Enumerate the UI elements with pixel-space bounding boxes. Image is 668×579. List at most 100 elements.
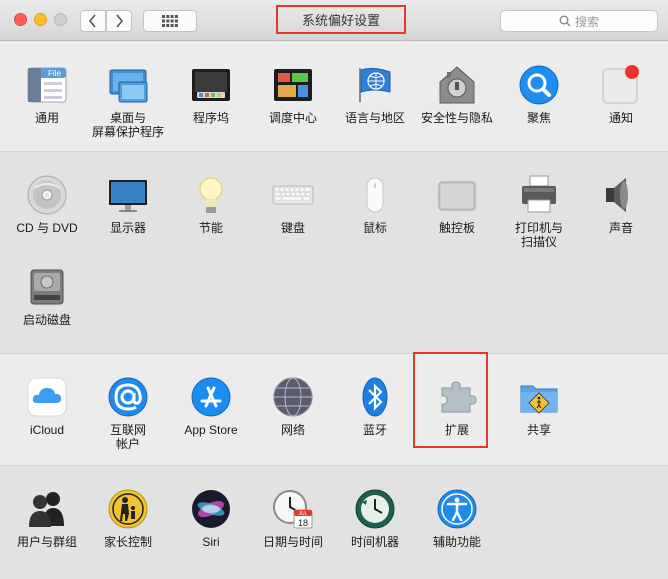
pane-label: 桌面与 屏幕保护程序 [91,111,164,139]
pane-label: 家长控制 [103,535,152,549]
pane-label: 键盘 [280,221,305,235]
back-button[interactable] [80,10,106,32]
section-personal: File 通用 桌面与 屏幕保护程序 程序坞 调度中心 语言与地区 安全性与隐私… [0,42,668,152]
pane-startup-disk[interactable]: 启动磁盘 [6,266,88,327]
pane-label: 鼠标 [362,221,387,235]
section-internet-wireless: iCloud 互联网 帐户 App Store 网络 蓝牙 扩展 共享 [0,354,668,466]
svg-text:File: File [48,69,61,78]
language-region-icon [359,67,391,102]
pane-sharing[interactable]: 共享 [498,376,580,437]
pane-label: App Store [184,423,238,437]
pane-security-privacy[interactable]: 安全性与隐私 [416,64,498,125]
pane-sound[interactable]: 声音 [580,174,662,235]
pane-displays[interactable]: 显示器 [87,174,169,235]
pane-label: 蓝牙 [362,423,387,437]
search-placeholder: 搜索 [574,14,599,29]
close-button[interactable] [14,13,27,26]
energy-saver-icon [199,177,223,213]
pane-bluetooth[interactable]: 蓝牙 [334,376,416,437]
pane-label: 时间机器 [350,535,399,549]
forward-button[interactable] [106,10,132,32]
users-groups-icon [29,492,64,527]
pane-label: 互联网 帐户 [109,423,146,451]
printers-scanners-icon [522,175,556,213]
trackpad-icon [438,181,476,211]
pane-notifications[interactable]: 通知 [580,64,662,125]
pane-label: 程序坞 [192,111,229,125]
pane-energy-saver[interactable]: 节能 [170,174,252,235]
pane-label: 显示器 [109,221,146,235]
security-privacy-icon [439,66,475,104]
pane-label: 打印机与 扫描仪 [514,221,563,249]
pane-keyboard[interactable]: 键盘 [252,174,334,235]
pane-label: Siri [202,535,220,549]
pane-time-machine[interactable]: 时间机器 [334,488,416,549]
show-all-button[interactable] [143,10,197,32]
pane-accessibility[interactable]: 辅助功能 [416,488,498,549]
accessibility-icon [437,489,477,529]
keyboard-icon [272,185,314,205]
desktop-screensaver-icon [109,69,148,103]
pane-network[interactable]: 网络 [252,376,334,437]
pane-siri[interactable]: Siri [170,488,252,549]
pane-date-time[interactable]: JUL 18 日期与时间 [252,488,334,549]
pane-internet-accounts[interactable]: 互联网 帐户 [87,376,169,451]
pane-general[interactable]: File 通用 [6,64,88,125]
pane-icloud[interactable]: iCloud [6,376,88,437]
pane-printers-scanners[interactable]: 打印机与 扫描仪 [498,174,580,249]
pane-label: CD 与 DVD [16,221,78,235]
pane-label: 语言与地区 [344,111,405,125]
parental-controls-icon [108,489,148,529]
notifications-icon [602,65,639,104]
pane-label: 共享 [526,423,551,437]
general-icon: File [27,67,67,103]
chevron-right-icon [116,14,124,28]
minimize-button[interactable] [34,13,47,26]
pane-label: 日期与时间 [262,535,323,549]
internet-accounts-icon [108,377,148,417]
pane-label: 启动磁盘 [22,313,71,327]
pane-spotlight[interactable]: 聚焦 [498,64,580,125]
spotlight-icon [519,65,559,105]
siri-icon [192,490,230,528]
network-icon [273,377,313,417]
pane-label: 辅助功能 [432,535,481,549]
pane-label: 聚焦 [526,111,551,125]
pane-label: 声音 [608,221,633,235]
pane-label: 触控板 [438,221,475,235]
pane-label: 用户与群组 [16,535,77,549]
pane-dock[interactable]: 程序坞 [170,64,252,125]
startup-disk-icon [30,269,64,305]
svg-text:18: 18 [298,518,308,528]
pane-mouse[interactable]: 鼠标 [334,174,416,235]
pane-label: 通知 [608,111,633,125]
pane-language-region[interactable]: 语言与地区 [334,64,416,125]
section-hardware: CD 与 DVD 显示器 节能 键盘 鼠标 触控板 打印机与 扫描仪 声音 启动… [0,152,668,354]
svg-text:JUL: JUL [299,511,308,517]
pane-cd-dvd[interactable]: CD 与 DVD [6,174,88,235]
time-machine-icon [355,489,395,529]
pane-label: 通用 [34,111,59,125]
cd-dvd-icon [27,175,67,215]
pane-label: 调度中心 [268,111,317,125]
pane-label: 节能 [198,221,223,235]
title-bar: 系统偏好设置 搜索 [0,0,668,41]
app-store-icon [191,377,231,417]
pane-label: 网络 [280,423,305,437]
window-title: 系统偏好设置 [276,5,406,34]
pane-app-store[interactable]: App Store [170,376,252,437]
grid-icon [162,15,178,27]
pane-mission-control[interactable]: 调度中心 [252,64,334,125]
pane-desktop-screensaver[interactable]: 桌面与 屏幕保护程序 [87,64,169,139]
search-icon [559,15,571,27]
pane-trackpad[interactable]: 触控板 [416,174,498,235]
date-time-icon: JUL 18 [273,490,313,529]
zoom-button[interactable] [54,13,67,26]
search-field[interactable]: 搜索 [500,10,658,32]
bluetooth-icon [362,377,388,417]
extensions-highlight-box [413,352,488,448]
pane-users-groups[interactable]: 用户与群组 [6,488,88,549]
section-system: 用户与群组 家长控制 Siri JUL 18 日期与时间 时间机器 辅助功能 [0,466,668,579]
pane-parental-controls[interactable]: 家长控制 [87,488,169,549]
displays-icon [109,180,147,212]
